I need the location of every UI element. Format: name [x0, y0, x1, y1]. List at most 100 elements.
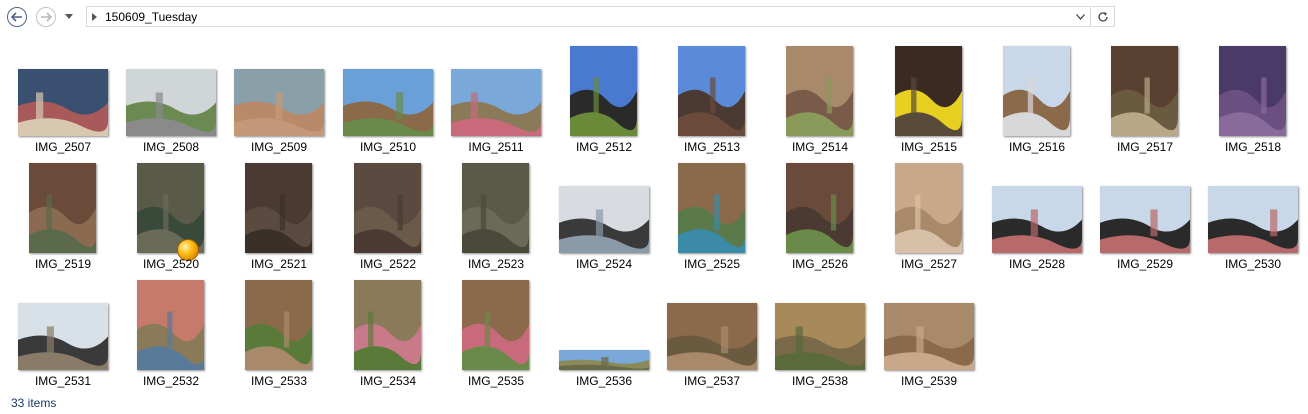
file-item[interactable]: IMG_2533 [225, 274, 333, 389]
file-item[interactable]: IMG_2537 [658, 274, 766, 389]
file-item[interactable]: IMG_2519 [9, 157, 117, 272]
image-thumbnail[interactable] [1111, 46, 1178, 136]
file-name: IMG_2522 [359, 257, 417, 271]
file-name: IMG_2521 [250, 257, 308, 271]
image-thumbnail[interactable] [354, 280, 421, 370]
image-thumbnail[interactable] [775, 303, 865, 370]
file-item[interactable]: IMG_2510 [334, 40, 442, 155]
file-item[interactable]: IMG_2518 [1199, 40, 1307, 155]
file-item[interactable]: IMG_2525 [658, 157, 766, 272]
file-name: IMG_2513 [683, 140, 741, 154]
file-item[interactable]: IMG_2522 [334, 157, 442, 272]
image-thumbnail[interactable] [570, 46, 637, 136]
forward-button[interactable] [36, 7, 56, 27]
image-thumbnail[interactable] [895, 163, 962, 253]
file-item[interactable]: IMG_2509 [225, 40, 333, 155]
image-thumbnail[interactable] [245, 163, 312, 253]
file-name: IMG_2526 [791, 257, 849, 271]
file-item[interactable]: IMG_2534 [334, 274, 442, 389]
refresh-button[interactable] [1092, 6, 1115, 27]
image-thumbnail[interactable] [137, 163, 204, 261]
image-thumbnail[interactable] [462, 163, 529, 253]
recent-locations-button[interactable] [64, 11, 74, 21]
file-name: IMG_2532 [142, 374, 200, 388]
file-item[interactable]: IMG_2535 [442, 274, 550, 389]
image-thumbnail[interactable] [678, 46, 745, 136]
file-name: IMG_2507 [34, 140, 92, 154]
image-thumbnail[interactable] [992, 186, 1082, 253]
image-thumbnail[interactable] [786, 46, 853, 136]
file-item[interactable]: IMG_2527 [875, 157, 983, 272]
image-thumbnail[interactable] [343, 69, 433, 136]
image-thumbnail[interactable] [559, 186, 649, 253]
image-thumbnail[interactable] [559, 350, 649, 370]
file-name: IMG_2514 [791, 140, 849, 154]
chevron-right-icon [90, 12, 98, 22]
navigation-bar: 150609_Tuesday [0, 0, 1308, 34]
item-count: 33 items [11, 396, 57, 410]
file-item[interactable]: IMG_2512 [550, 40, 658, 155]
file-name: IMG_2508 [142, 140, 200, 154]
file-item[interactable]: IMG_2524 [550, 157, 658, 272]
file-item[interactable]: IMG_2517 [1091, 40, 1199, 155]
image-thumbnail[interactable] [678, 163, 745, 253]
image-thumbnail[interactable] [234, 69, 324, 136]
image-thumbnail[interactable] [895, 46, 962, 136]
image-thumbnail[interactable] [786, 163, 853, 253]
file-name: IMG_2533 [250, 374, 308, 388]
image-thumbnail[interactable] [18, 69, 108, 136]
file-name: IMG_2510 [359, 140, 417, 154]
image-thumbnail[interactable] [884, 303, 974, 370]
image-thumbnail[interactable] [451, 69, 541, 136]
file-item[interactable]: IMG_2513 [658, 40, 766, 155]
refresh-icon [1098, 11, 1108, 22]
arrow-left-icon [11, 12, 22, 22]
file-item[interactable]: IMG_2531 [9, 274, 117, 389]
file-item[interactable]: IMG_2526 [766, 157, 874, 272]
file-name: IMG_2523 [467, 257, 525, 271]
file-name: IMG_2528 [1008, 257, 1066, 271]
file-name: IMG_2537 [683, 374, 741, 388]
file-item[interactable]: IMG_2536 [550, 274, 658, 389]
chevron-down-icon [65, 13, 73, 19]
file-name: IMG_2519 [34, 257, 92, 271]
file-name: IMG_2538 [791, 374, 849, 388]
address-path[interactable]: 150609_Tuesday [105, 10, 197, 24]
file-name: IMG_2539 [900, 374, 958, 388]
file-item[interactable]: IMG_2529 [1091, 157, 1199, 272]
file-item[interactable]: IMG_2508 [117, 40, 225, 155]
file-name: IMG_2530 [1224, 257, 1282, 271]
address-dropdown-button[interactable] [1074, 11, 1086, 23]
file-name: IMG_2534 [359, 374, 417, 388]
file-name: IMG_2529 [1116, 257, 1174, 271]
image-thumbnail[interactable] [1100, 186, 1190, 253]
file-item[interactable]: IMG_2521 [225, 157, 333, 272]
file-item[interactable]: IMG_2532 [117, 274, 225, 389]
file-item[interactable]: IMG_2511 [442, 40, 550, 155]
file-item[interactable]: IMG_2523 [442, 157, 550, 272]
image-thumbnail[interactable] [354, 163, 421, 253]
image-thumbnail[interactable] [1208, 186, 1298, 253]
image-thumbnail[interactable] [29, 163, 96, 253]
file-item[interactable]: IMG_2528 [983, 157, 1091, 272]
image-thumbnail[interactable] [667, 303, 757, 370]
image-thumbnail[interactable] [245, 280, 312, 370]
file-item[interactable]: IMG_2515 [875, 40, 983, 155]
file-item[interactable]: IMG_2538 [766, 274, 874, 389]
image-thumbnail[interactable] [1219, 46, 1286, 136]
image-thumbnail[interactable] [18, 303, 108, 370]
file-name: IMG_2536 [575, 374, 633, 388]
file-item[interactable]: IMG_2530 [1199, 157, 1307, 272]
address-bar[interactable]: 150609_Tuesday [86, 6, 1091, 27]
file-item[interactable]: IMG_2520 [117, 157, 225, 272]
file-item[interactable]: IMG_2507 [9, 40, 117, 155]
file-name: IMG_2531 [34, 374, 92, 388]
image-thumbnail[interactable] [462, 280, 529, 370]
file-item[interactable]: IMG_2539 [875, 274, 983, 389]
image-thumbnail[interactable] [1003, 46, 1070, 136]
image-thumbnail[interactable] [126, 69, 216, 136]
image-thumbnail[interactable] [137, 280, 204, 370]
back-button[interactable] [7, 7, 27, 27]
file-item[interactable]: IMG_2514 [766, 40, 874, 155]
file-item[interactable]: IMG_2516 [983, 40, 1091, 155]
